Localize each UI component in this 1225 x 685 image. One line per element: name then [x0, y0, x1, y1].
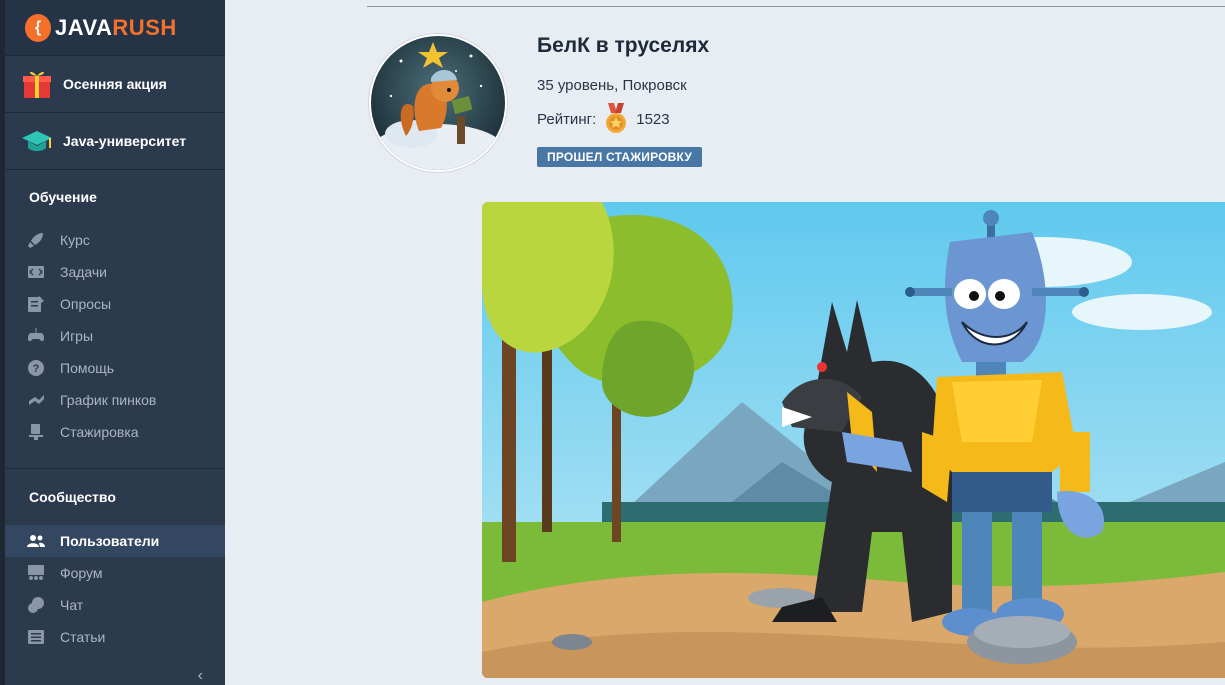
- sidebar-item-help[interactable]: ? Помощь: [5, 352, 225, 384]
- squirrel-avatar-image: [371, 36, 505, 170]
- chat-icon: [28, 597, 44, 613]
- sidebar-item-kick-schedule[interactable]: График пинков: [5, 384, 225, 416]
- survey-icon: [28, 296, 44, 312]
- sidebar-item-label: Задачи: [60, 264, 108, 280]
- rating-label: Рейтинг:: [537, 110, 597, 128]
- articles-icon: [28, 630, 44, 644]
- sidebar-item-games[interactable]: Игры: [5, 320, 225, 352]
- section-title-community: Сообщество: [29, 489, 116, 505]
- logo-rush: RUSH: [112, 14, 177, 40]
- internship-icon: [29, 424, 43, 440]
- sidebar-item-internship[interactable]: Стажировка: [5, 416, 225, 448]
- sidebar-item-label: Статьи: [60, 629, 106, 645]
- gamepad-icon: [27, 328, 45, 342]
- sidebar-item-label: Чат: [60, 597, 84, 613]
- section-title-learning: Обучение: [29, 189, 97, 205]
- profile-name: БелК в труселях: [537, 34, 710, 57]
- logo[interactable]: { JAVARUSH: [5, 0, 225, 56]
- gift-icon: [23, 71, 51, 98]
- promo-label: Java-университет: [63, 133, 187, 149]
- profile-rating: Рейтинг: 1523: [537, 103, 670, 135]
- sidebar-item-label: Форум: [60, 565, 103, 581]
- chevron-left-icon: ‹: [197, 667, 203, 684]
- forum-icon: [28, 565, 44, 580]
- avatar[interactable]: [369, 34, 507, 172]
- robot-wolf-illustration: [482, 202, 1225, 678]
- svg-text:?: ?: [33, 363, 40, 375]
- promo-label: Осенняя акция: [63, 76, 167, 92]
- profile-level: 35 уровень, Покровск: [537, 77, 687, 94]
- promo-autumn-sale[interactable]: Осенняя акция: [5, 56, 225, 113]
- code-icon: [28, 266, 44, 278]
- promo-java-university[interactable]: Java-университет: [5, 113, 225, 170]
- sidebar-collapse-button[interactable]: ‹: [5, 667, 225, 685]
- help-icon: ?: [28, 360, 44, 376]
- logo-mark-icon: {: [25, 13, 51, 42]
- rating-value: 1523: [636, 110, 670, 128]
- profile-banner-image: [482, 202, 1225, 678]
- sidebar-item-label: Пользователи: [60, 533, 160, 549]
- sidebar-item-label: Помощь: [60, 360, 115, 376]
- medal-icon: [606, 103, 627, 133]
- graduation-cap-icon: [22, 131, 52, 151]
- sidebar-item-label: Опросы: [60, 296, 112, 312]
- sidebar-item-articles[interactable]: Статьи: [5, 621, 225, 653]
- kick-schedule-icon: [29, 395, 44, 405]
- sidebar-item-surveys[interactable]: Опросы: [5, 288, 225, 320]
- sidebar-item-label: График пинков: [60, 392, 157, 408]
- sidebar-item-forum[interactable]: Форум: [5, 557, 225, 589]
- sidebar-item-users[interactable]: Пользователи: [5, 525, 225, 557]
- sidebar-item-label: Курс: [60, 232, 90, 248]
- sidebar-item-label: Игры: [60, 328, 94, 344]
- logo-java: JAVA: [55, 14, 113, 40]
- sidebar-item-tasks[interactable]: Задачи: [5, 256, 225, 288]
- rocket-icon: [28, 233, 43, 248]
- header-divider: [367, 6, 1225, 7]
- users-icon: [27, 535, 45, 547]
- sidebar-item-chat[interactable]: Чат: [5, 589, 225, 621]
- internship-completed-badge: ПРОШЕЛ СТАЖИРОВКУ: [537, 147, 703, 167]
- sidebar-item-course[interactable]: Курс: [5, 224, 225, 256]
- sidebar: { JAVARUSH Осенняя акция Java-университе…: [0, 0, 225, 685]
- logo-text: JAVARUSH: [55, 15, 177, 41]
- sidebar-item-label: Стажировка: [60, 424, 139, 440]
